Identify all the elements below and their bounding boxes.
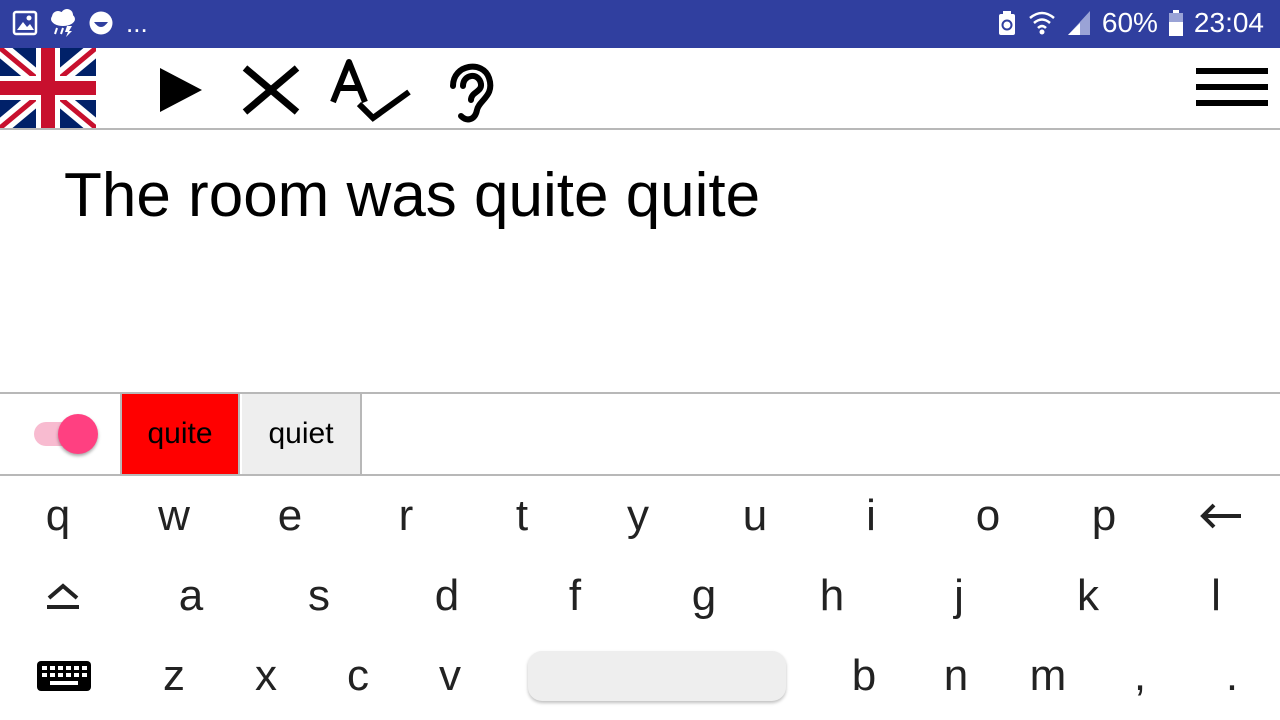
cell-signal-icon [1067, 11, 1090, 35]
key-v[interactable]: v [410, 636, 490, 716]
battery-saver-icon [998, 11, 1015, 35]
play-button[interactable] [145, 56, 215, 124]
key-h[interactable]: h [792, 556, 872, 636]
wifi-icon [1029, 11, 1055, 35]
key-b[interactable]: b [824, 636, 904, 716]
key-t[interactable]: t [482, 476, 562, 556]
weather-icon [51, 9, 75, 37]
on-screen-keyboard: q w e r t y u i o p a s d f g h j k l z … [0, 476, 1280, 720]
close-icon [242, 65, 300, 115]
key-j[interactable]: j [919, 556, 999, 636]
key-d[interactable]: d [407, 556, 487, 636]
backspace-key[interactable] [1181, 476, 1261, 556]
key-s[interactable]: s [279, 556, 359, 636]
hearing-icon [450, 63, 494, 123]
key-z[interactable]: z [134, 636, 214, 716]
key-f[interactable]: f [535, 556, 615, 636]
battery-icon [1168, 10, 1183, 36]
uk-flag-icon[interactable] [0, 48, 96, 128]
clear-button[interactable] [236, 56, 306, 124]
key-u[interactable]: u [715, 476, 795, 556]
suggestion-bar: quite quiet [0, 394, 1280, 476]
play-icon [160, 68, 202, 112]
key-a[interactable]: a [151, 556, 231, 636]
shift-icon [47, 583, 79, 609]
toggle-knob [58, 414, 98, 454]
backspace-arrow-icon [1200, 503, 1241, 529]
key-l[interactable]: l [1176, 556, 1256, 636]
gallery-icon [12, 10, 38, 36]
hearing-button[interactable] [436, 56, 506, 124]
battery-percentage: 60% [1101, 7, 1158, 38]
key-c[interactable]: c [318, 636, 398, 716]
suggestion-quiet[interactable]: quiet [242, 394, 362, 474]
suggestion-toggle[interactable] [32, 414, 102, 456]
spellcheck-button[interactable] [328, 56, 414, 124]
key-w[interactable]: w [134, 476, 214, 556]
spellcheck-icon [330, 59, 411, 122]
key-e[interactable]: e [250, 476, 330, 556]
hamburger-menu-icon[interactable] [1196, 60, 1268, 116]
key-i[interactable]: i [831, 476, 911, 556]
app-toolbar [0, 48, 1280, 130]
key-q[interactable]: q [18, 476, 98, 556]
key-g[interactable]: g [664, 556, 744, 636]
key-k[interactable]: k [1048, 556, 1128, 636]
key-n[interactable]: n [916, 636, 996, 716]
editor-text[interactable]: The room was quite quite [64, 160, 760, 231]
system-indicators: 60% 23:04 [996, 7, 1264, 39]
smiley-icon [89, 11, 113, 35]
shift-key[interactable] [23, 556, 103, 636]
keyboard-switch-key[interactable] [24, 636, 104, 716]
keyboard-icon [37, 661, 91, 691]
suggestion-quite[interactable]: quite [120, 394, 240, 474]
key-comma[interactable]: , [1100, 636, 1180, 716]
key-period[interactable]: . [1192, 636, 1272, 716]
key-o[interactable]: o [948, 476, 1028, 556]
key-p[interactable]: p [1064, 476, 1144, 556]
key-y[interactable]: y [598, 476, 678, 556]
key-r[interactable]: r [366, 476, 446, 556]
key-x[interactable]: x [226, 636, 306, 716]
key-m[interactable]: m [1008, 636, 1088, 716]
notification-icons: ... [12, 9, 148, 37]
status-bar: ... 60% 23:04 [0, 0, 1280, 48]
more-notifications: ... [126, 8, 148, 38]
text-editor[interactable]: The room was quite quite [0, 130, 1280, 394]
clock: 23:04 [1193, 7, 1264, 38]
space-key[interactable] [528, 651, 786, 701]
